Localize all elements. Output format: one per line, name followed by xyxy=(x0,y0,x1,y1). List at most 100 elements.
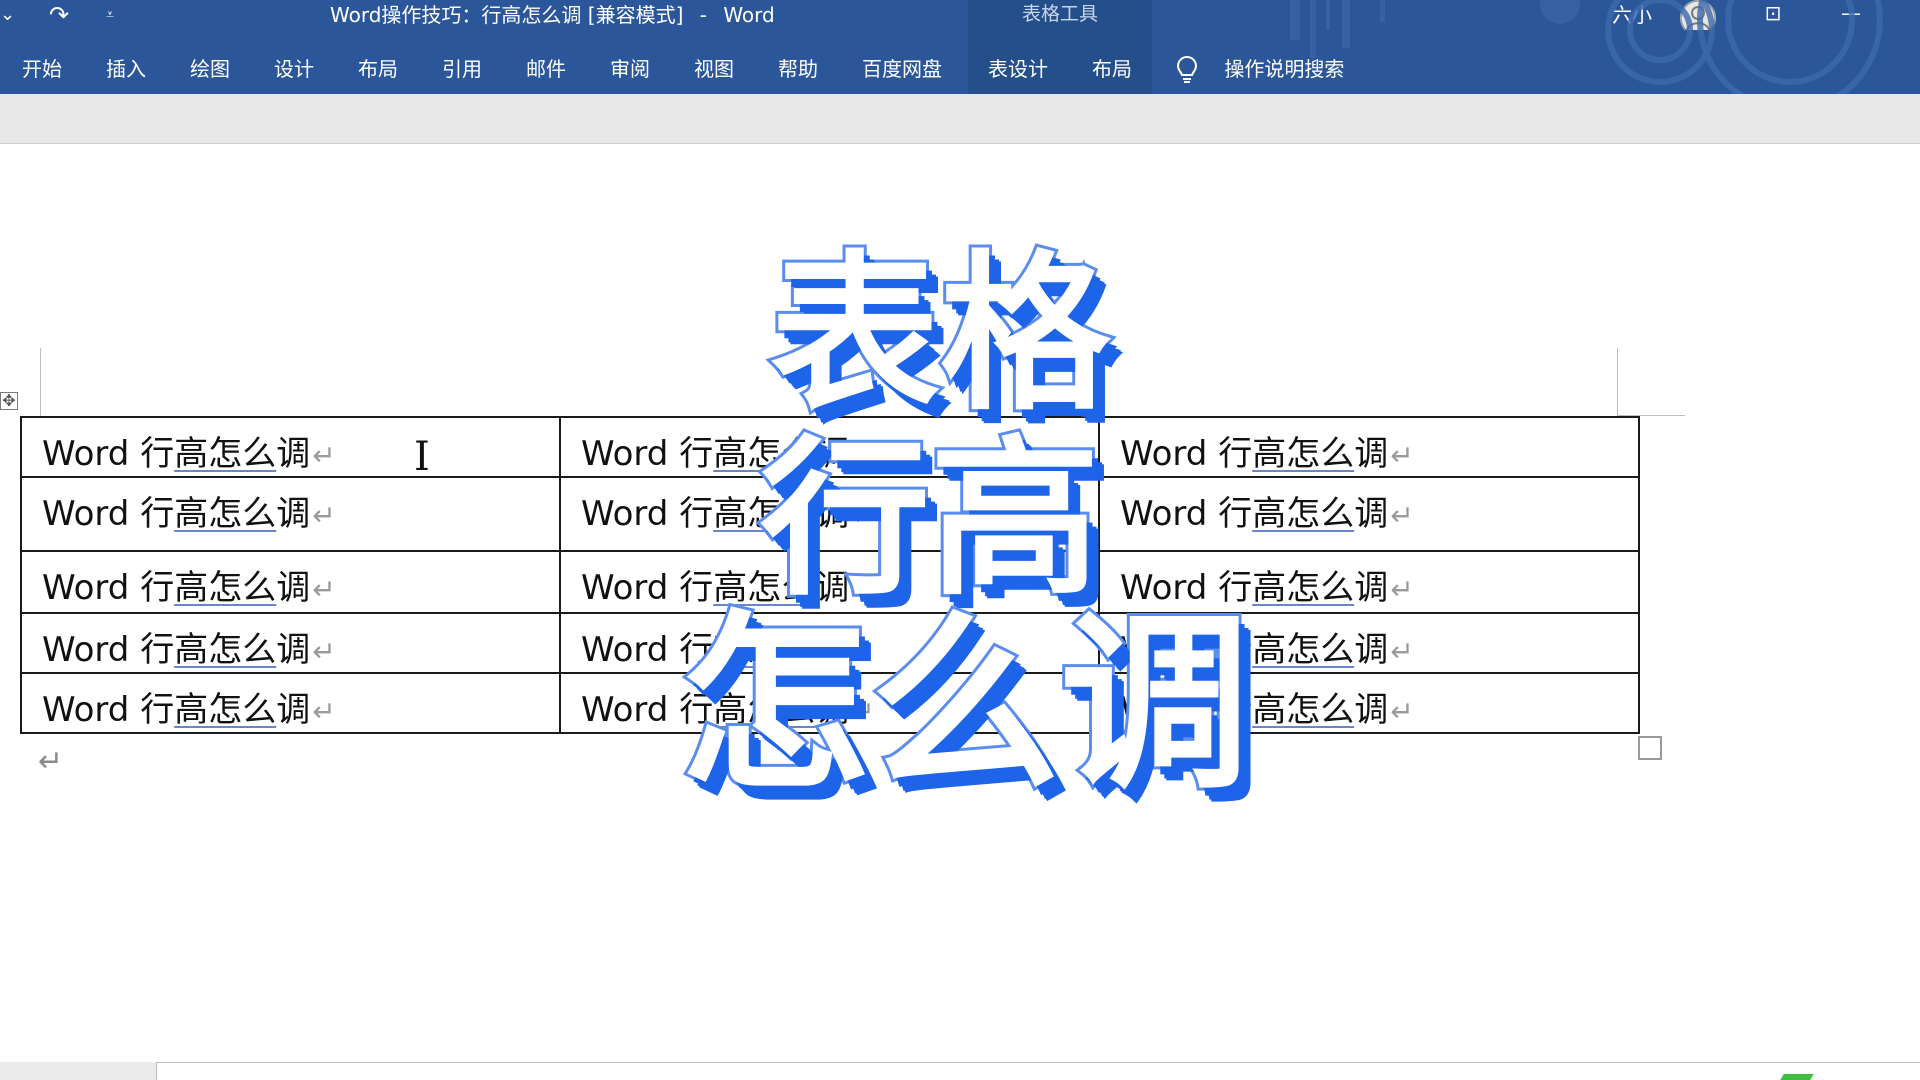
table-row: Word 行高怎么调↵ Word 行高怎么调↵ Word 行高怎么调↵ xyxy=(20,416,1640,478)
cell-end-mark: ↵ xyxy=(851,695,875,728)
table-cell[interactable]: Word 行高怎么调↵ xyxy=(559,550,1100,614)
table-tools-group-label: 表格工具 xyxy=(968,0,1152,30)
cell-end-mark: ↵ xyxy=(312,439,336,472)
cell-text-prefix: Word 行 xyxy=(42,630,175,670)
cell-text: Word 行高怎么调↵ xyxy=(581,426,875,475)
cell-text-underlined: 高怎么 xyxy=(713,494,816,534)
cell-text: Word 行高怎么调↵ xyxy=(1120,426,1414,475)
table-cell[interactable]: Word 行高怎么调↵ xyxy=(559,416,1100,478)
cell-end-mark: ↵ xyxy=(851,499,875,532)
cell-text-suffix: 调 xyxy=(1354,434,1389,474)
ribbon-display-options-icon[interactable]: ⊡ xyxy=(1750,0,1796,30)
cell-text-underlined: 高怎么 xyxy=(174,434,277,474)
cell-text-underlined: 高怎么 xyxy=(1252,494,1355,534)
cell-text: Word 行高怎么调↵ xyxy=(42,682,336,731)
window-title: Word操作技巧：行高怎么调 [兼容模式] - Word xyxy=(330,0,775,30)
tab-design[interactable]: 设计 xyxy=(270,30,318,94)
table-cell[interactable]: Word 行高怎么调↵ xyxy=(20,550,561,614)
cell-end-mark: ↵ xyxy=(1390,499,1414,532)
cell-text-underlined: 高怎么 xyxy=(174,568,277,608)
table-cell[interactable]: Word 行高怎么调↵ xyxy=(1098,550,1640,614)
table-cell[interactable]: Word 行高怎么调↵ xyxy=(1098,476,1640,552)
lightbulb-icon xyxy=(1176,55,1198,83)
cell-end-mark: ↵ xyxy=(1390,695,1414,728)
tab-table-design[interactable]: 表设计 xyxy=(984,30,1052,94)
app-name: Word xyxy=(723,3,775,27)
bottom-pane xyxy=(156,1062,1920,1080)
cell-text-prefix: Word 行 xyxy=(581,434,714,474)
cell-text-suffix: 调 xyxy=(276,630,311,670)
minimize-icon[interactable]: — xyxy=(1828,0,1874,30)
cell-text-prefix: Word 行 xyxy=(1120,494,1253,534)
document-title: Word操作技巧：行高怎么调 [兼容模式] xyxy=(330,3,684,27)
table-cell[interactable]: Word 行高怎么调↵ xyxy=(1098,416,1640,478)
cell-text: Word 行高怎么调↵ xyxy=(581,682,875,731)
tell-me-label: 操作说明搜索 xyxy=(1224,57,1345,81)
tab-view[interactable]: 视图 xyxy=(690,30,738,94)
table-row: Word 行高怎么调↵ Word 行高怎么调↵ Word 行高怎么调↵ xyxy=(20,550,1640,614)
cell-text-underlined: 高怎么 xyxy=(174,494,277,534)
cell-text: Word 行高怎么调↵ xyxy=(1120,682,1414,731)
table-cell[interactable]: Word 行高怎么调↵ xyxy=(559,476,1100,552)
cell-end-mark: ↵ xyxy=(851,635,875,668)
tell-me-search[interactable]: 操作说明搜索 xyxy=(1176,30,1344,94)
cell-text-prefix: Word 行 xyxy=(581,690,714,730)
redo-icon[interactable]: ↷ xyxy=(44,0,74,30)
tab-insert[interactable]: 插入 xyxy=(102,30,150,94)
table-cell[interactable]: Word 行高怎么调↵ xyxy=(559,672,1100,734)
cell-text-suffix: 调 xyxy=(1354,690,1389,730)
text-cursor-icon: I xyxy=(414,434,430,480)
table-cell[interactable]: Word 行高怎么调↵ xyxy=(1098,612,1640,674)
tab-baidu-netdisk[interactable]: 百度网盘 xyxy=(858,30,946,94)
table-cell[interactable]: Word 行高怎么调↵ xyxy=(559,612,1100,674)
cell-text-underlined: 高怎么 xyxy=(1252,630,1355,670)
cell-text: Word 行高怎么调↵ xyxy=(1120,560,1414,609)
cell-text-underlined: 高怎么 xyxy=(713,690,816,730)
cell-text-suffix: 调 xyxy=(815,434,850,474)
table-cell[interactable]: Word 行高怎么调↵ xyxy=(20,476,561,552)
table-resize-handle[interactable] xyxy=(1638,736,1662,760)
cell-text-prefix: Word 行 xyxy=(42,568,175,608)
title-bar: ⌄ ↷ ⩡ Word操作技巧：行高怎么调 [兼容模式] - Word 表格工具 … xyxy=(0,0,1920,36)
customize-quick-access-icon[interactable]: ⩡ xyxy=(100,0,120,30)
cell-text: Word 行高怎么调↵ xyxy=(42,486,336,535)
tab-mailings[interactable]: 邮件 xyxy=(522,30,570,94)
tab-review[interactable]: 审阅 xyxy=(606,30,654,94)
tab-help[interactable]: 帮助 xyxy=(774,30,822,94)
table-cell[interactable]: Word 行高怎么调↵ xyxy=(20,672,561,734)
table-row: Word 行高怎么调↵ Word 行高怎么调↵ Word 行高怎么调↵ xyxy=(20,476,1640,552)
cell-text: Word 行高怎么调↵ xyxy=(581,622,875,671)
tab-home[interactable]: 开始 xyxy=(18,30,66,94)
green-accent xyxy=(1780,1074,1814,1080)
paragraph-mark: ↵ xyxy=(38,744,64,779)
cell-text-underlined: 高怎么 xyxy=(713,568,816,608)
cell-text: Word 行高怎么调↵ xyxy=(581,560,875,609)
cell-end-mark: ↵ xyxy=(312,499,336,532)
cell-text-suffix: 调 xyxy=(815,494,850,534)
cell-text-suffix: 调 xyxy=(276,568,311,608)
cell-text: Word 行高怎么调↵ xyxy=(42,622,336,671)
word-table[interactable]: Word 行高怎么调↵ Word 行高怎么调↵ Word 行高怎么调↵ Word 行高… xyxy=(20,416,1640,734)
margin-guide-left xyxy=(40,348,41,416)
document-page[interactable]: ✥ Word 行高怎么调↵ Word 行高怎么调↵ Word 行高怎么调↵ Word … xyxy=(0,144,1920,1062)
cell-text: Word 行高怎么调↵ xyxy=(1120,622,1414,671)
tab-draw[interactable]: 绘图 xyxy=(186,30,234,94)
tab-table-layout[interactable]: 布局 xyxy=(1088,30,1136,94)
tab-references[interactable]: 引用 xyxy=(438,30,486,94)
undo-dropdown-icon[interactable]: ⌄ xyxy=(0,0,15,30)
tab-layout[interactable]: 布局 xyxy=(354,30,402,94)
cell-text-suffix: 调 xyxy=(276,434,311,474)
table-body: Word 行高怎么调↵ Word 行高怎么调↵ Word 行高怎么调↵ Word 行高… xyxy=(20,416,1640,734)
table-cell[interactable]: Word 行高怎么调↵ xyxy=(20,416,561,478)
cell-end-mark: ↵ xyxy=(851,439,875,472)
table-cell[interactable]: Word 行高怎么调↵ xyxy=(1098,672,1640,734)
cell-text-underlined: 高怎么 xyxy=(174,690,277,730)
user-name[interactable]: 六小 xyxy=(1612,0,1652,30)
table-move-handle-icon[interactable]: ✥ xyxy=(0,392,18,410)
cell-text-underlined: 高怎么 xyxy=(1252,690,1355,730)
cell-text-suffix: 调 xyxy=(1354,630,1389,670)
cell-text-prefix: Word 行 xyxy=(581,630,714,670)
cell-text-prefix: Word 行 xyxy=(1120,630,1253,670)
table-cell[interactable]: Word 行高怎么调↵ xyxy=(20,612,561,674)
cell-text: Word 行高怎么调↵ xyxy=(42,426,336,475)
